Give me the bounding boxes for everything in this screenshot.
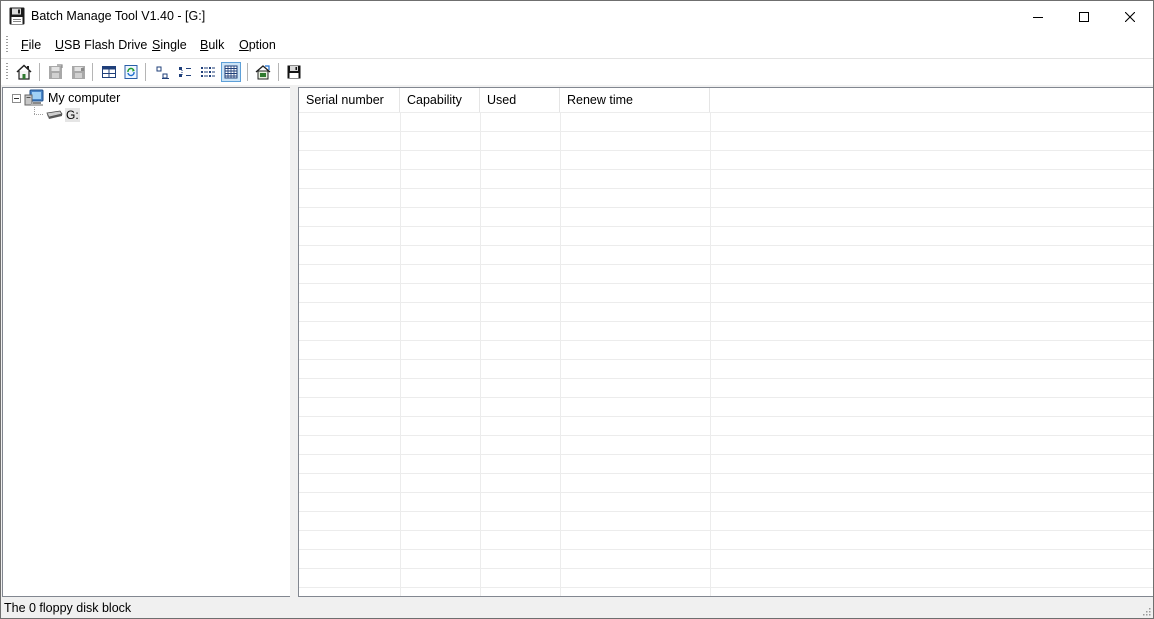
floppy-app-icon	[9, 7, 25, 25]
large-icons-view-icon	[156, 66, 169, 79]
home-icon	[16, 64, 32, 80]
maximize-icon	[1079, 11, 1089, 22]
list-view-icon	[201, 67, 215, 77]
grid-button[interactable]	[99, 62, 119, 82]
maximize-button[interactable]	[1061, 1, 1107, 32]
refresh-button[interactable]	[121, 62, 141, 82]
toolbar-separator	[145, 63, 146, 81]
tree-view[interactable]: My computer G:	[2, 87, 291, 597]
device-list[interactable]: Serial number Capability Used Renew time	[298, 87, 1153, 597]
toolbar-separator	[92, 63, 93, 81]
tree-collapse-toggle[interactable]	[12, 94, 21, 103]
properties-button[interactable]	[253, 62, 273, 82]
column-serial-number[interactable]: Serial number	[299, 88, 400, 112]
properties-icon	[255, 65, 271, 80]
title-bar[interactable]: Batch Manage Tool V1.40 - [G:]	[1, 1, 1153, 32]
close-icon	[1125, 11, 1135, 22]
toolbar-separator	[278, 63, 279, 81]
tree-connector	[34, 114, 43, 115]
menu-bar: File USB Flash Drive Single Bulk Option	[1, 32, 1153, 59]
menu-bulk[interactable]: Bulk	[200, 38, 224, 52]
menu-single[interactable]: Single	[152, 38, 187, 52]
list-header: Serial number Capability Used Renew time	[299, 88, 1153, 112]
grid-icon	[102, 66, 116, 78]
app-window: Batch Manage Tool V1.40 - [G:] File USB …	[0, 0, 1154, 619]
tree-root-my-computer[interactable]: My computer	[48, 91, 120, 105]
pane-splitter[interactable]	[290, 87, 298, 597]
menu-option[interactable]: Option	[239, 38, 276, 52]
small-icons-view-button[interactable]	[175, 62, 195, 82]
grid-column-line	[480, 112, 481, 596]
list-grid-rows	[299, 112, 1153, 596]
list-view-button[interactable]	[198, 62, 218, 82]
details-view-button[interactable]	[221, 62, 241, 82]
save-gray-alt-icon	[72, 66, 85, 79]
window-title: Batch Manage Tool V1.40 - [G:]	[31, 9, 206, 23]
save-alt-button-disabled[interactable]	[68, 62, 88, 82]
save-button-disabled[interactable]	[46, 62, 66, 82]
refresh-icon	[124, 65, 138, 79]
status-text: The 0 floppy disk block	[4, 601, 132, 615]
small-icons-view-icon	[179, 67, 191, 77]
toolbar-separator	[39, 63, 40, 81]
details-view-icon	[224, 65, 238, 79]
grid-column-line	[400, 112, 401, 596]
minimize-icon	[1033, 16, 1043, 18]
close-button[interactable]	[1107, 1, 1153, 32]
status-bar: The 0 floppy disk block	[1, 598, 1153, 618]
save-gray-icon	[49, 64, 63, 79]
menu-usb-flash-drive[interactable]: USB Flash Drive	[55, 38, 147, 52]
grid-column-line	[710, 112, 711, 596]
large-icons-view-button[interactable]	[152, 62, 172, 82]
menu-grip[interactable]	[6, 36, 8, 54]
toolbar	[1, 59, 1153, 85]
home-button[interactable]	[14, 62, 34, 82]
column-renew-time[interactable]: Renew time	[560, 88, 710, 112]
floppy-save-icon	[287, 65, 301, 79]
toolbar-grip[interactable]	[6, 63, 8, 81]
menu-file[interactable]: File	[21, 38, 41, 52]
drive-icon	[46, 110, 63, 119]
minimize-button[interactable]	[1015, 1, 1061, 32]
column-capability[interactable]: Capability	[400, 88, 480, 112]
tree-item-drive-g[interactable]: G:	[65, 108, 80, 122]
grid-column-line	[560, 112, 561, 596]
toolbar-separator	[247, 63, 248, 81]
floppy-save-button[interactable]	[284, 62, 304, 82]
computer-icon	[24, 89, 44, 106]
resize-grip-icon[interactable]	[1141, 606, 1151, 616]
column-used[interactable]: Used	[480, 88, 560, 112]
